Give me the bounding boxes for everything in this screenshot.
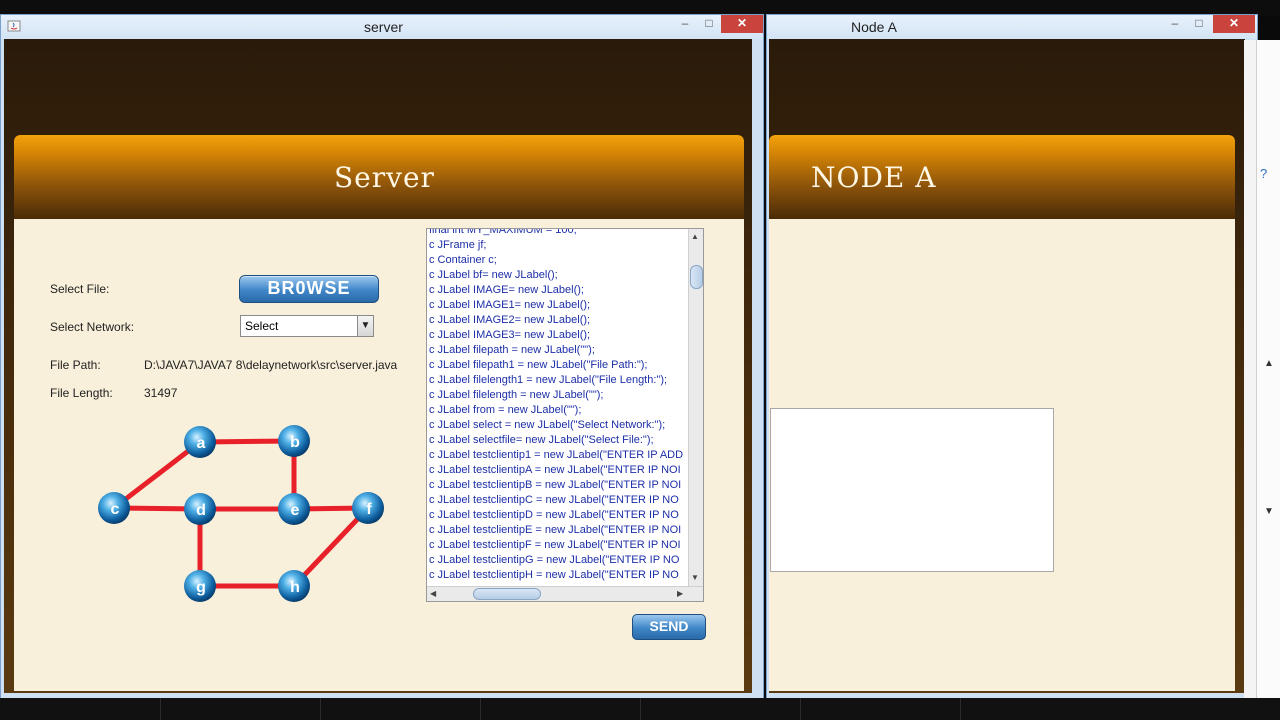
code-line: c JLabel testclientipC = new JLabel("ENT… xyxy=(429,494,679,506)
node-a-client-area: NODE A xyxy=(769,39,1245,693)
select-file-label: Select File: xyxy=(50,282,110,296)
code-line: c JLabel filepath = new JLabel(""); xyxy=(429,344,595,356)
code-line: c JLabel filepath1 = new JLabel("File Pa… xyxy=(429,359,648,371)
code-lines: final int MY_MAXIMUM = 100; c JFrame jf; c… xyxy=(429,228,691,583)
horizontal-scrollbar[interactable]: ◀ ▶ xyxy=(427,586,703,601)
code-line: c JLabel testclientipE = new JLabel("ENT… xyxy=(429,524,682,536)
code-line: c JLabel testclientipB = new JLabel("ENT… xyxy=(429,479,682,491)
node-g-label: g xyxy=(196,579,206,596)
code-line: c JLabel IMAGE1= new JLabel(); xyxy=(429,299,591,311)
code-line: c JLabel bf= new JLabel(); xyxy=(429,269,558,281)
code-line: c JLabel select = new JLabel("Select Net… xyxy=(429,419,666,431)
code-line: c JLabel IMAGE= new JLabel(); xyxy=(429,284,584,296)
node-d-label: d xyxy=(196,502,206,519)
node-e-label: e xyxy=(291,502,300,519)
server-banner: Server xyxy=(14,135,744,219)
scroll-right-icon[interactable]: ▶ xyxy=(677,589,683,598)
graph-nodes: a b c d e f g h xyxy=(98,425,384,602)
horizontal-scroll-thumb[interactable] xyxy=(473,588,541,600)
scroll-up-icon[interactable]: ▲ xyxy=(1264,358,1274,369)
minimize-icon[interactable]: – xyxy=(675,15,695,33)
scroll-down-icon[interactable]: ▼ xyxy=(1264,506,1274,517)
graph-edges xyxy=(111,438,371,589)
scroll-down-icon[interactable]: ▼ xyxy=(691,573,699,582)
code-line: c JLabel testclientipH = new JLabel("ENT… xyxy=(429,569,679,581)
node-h-label: h xyxy=(290,579,300,596)
close-icon[interactable]: ✕ xyxy=(1213,15,1255,33)
scroll-up-icon[interactable]: ▲ xyxy=(691,232,699,241)
browse-button[interactable]: BR0WSE xyxy=(239,275,379,303)
minimize-icon[interactable]: – xyxy=(1165,15,1185,33)
node-a-window-title: Node A xyxy=(851,19,897,35)
code-line: c JLabel testclientipF = new JLabel("ENT… xyxy=(429,539,681,551)
node-a-panel-title: NODE A xyxy=(811,161,937,194)
node-a-text-area[interactable] xyxy=(770,408,1054,572)
node-g[interactable]: g xyxy=(184,570,216,602)
code-line: c JLabel IMAGE3= new JLabel(); xyxy=(429,329,591,341)
code-line: c JLabel testclientipG = new JLabel("ENT… xyxy=(429,554,680,566)
network-select[interactable]: Select ▼ xyxy=(240,315,374,337)
code-line: c JLabel testclientipA = new JLabel("ENT… xyxy=(429,464,681,476)
send-button[interactable]: SEND xyxy=(632,614,706,640)
node-h[interactable]: h xyxy=(278,570,310,602)
code-line: c JLabel filelength1 = new JLabel("File … xyxy=(429,374,668,386)
code-line: c Container c; xyxy=(429,254,497,266)
node-d[interactable]: d xyxy=(184,493,216,525)
network-graph: a b c d e f g h xyxy=(98,425,384,602)
file-path-value: D:\JAVA7\JAVA7 8\delaynetwork\src\server… xyxy=(144,358,398,372)
code-line: c JLabel filelength = new JLabel(""); xyxy=(429,389,604,401)
help-icon[interactable]: ? xyxy=(1260,166,1267,181)
file-length-label: File Length: xyxy=(50,386,113,400)
node-b[interactable]: b xyxy=(278,425,310,457)
code-line: c JFrame jf; xyxy=(429,239,487,251)
node-c-label: c xyxy=(111,501,120,518)
node-a-banner: NODE A xyxy=(769,135,1235,219)
background-window-edge: ? ▲ ▼ xyxy=(1244,40,1280,700)
node-f[interactable]: f xyxy=(352,492,384,524)
code-line: c JLabel IMAGE2= new JLabel(); xyxy=(429,314,591,326)
edge-a-c xyxy=(111,439,203,511)
java-icon xyxy=(7,20,21,32)
taskbar xyxy=(0,698,1280,720)
background-window-strip xyxy=(1256,40,1280,700)
node-f-label: f xyxy=(366,501,372,518)
select-network-label: Select Network: xyxy=(50,320,135,334)
server-window-title: server xyxy=(364,19,403,35)
node-a-titlebar[interactable]: Node A – □ ✕ xyxy=(767,15,1257,39)
server-panel-title: Server xyxy=(334,161,435,194)
code-line: c JLabel testclientip1 = new JLabel("ENT… xyxy=(429,449,684,461)
vertical-scroll-thumb[interactable] xyxy=(690,265,703,289)
code-text-area[interactable]: final int MY_MAXIMUM = 100; c JFrame jf; c… xyxy=(426,228,704,602)
vertical-scrollbar[interactable]: ▲ ▼ xyxy=(688,229,703,587)
node-a-label: a xyxy=(197,435,206,452)
node-b-label: b xyxy=(290,434,300,451)
maximize-icon[interactable]: □ xyxy=(1189,15,1209,33)
code-line: c JLabel from = new JLabel(""); xyxy=(429,404,582,416)
node-c[interactable]: c xyxy=(98,492,130,524)
close-icon[interactable]: ✕ xyxy=(721,15,763,33)
node-e[interactable]: e xyxy=(278,493,310,525)
file-path-label: File Path: xyxy=(50,358,101,372)
network-select-value: Select xyxy=(245,319,279,333)
node-a-window: Node A – □ ✕ NODE A xyxy=(766,14,1258,700)
code-line: c JLabel testclientipD = new JLabel("ENT… xyxy=(429,509,679,521)
server-titlebar[interactable]: server – □ ✕ xyxy=(1,15,763,39)
scroll-left-icon[interactable]: ◀ xyxy=(430,589,436,598)
node-a[interactable]: a xyxy=(184,426,216,458)
file-length-value: 31497 xyxy=(144,386,178,400)
maximize-icon[interactable]: □ xyxy=(699,15,719,33)
code-line: c JLabel selectfile= new JLabel("Select … xyxy=(429,434,654,446)
dropdown-arrow-icon[interactable]: ▼ xyxy=(357,316,373,336)
code-line: final int MY_MAXIMUM = 100; xyxy=(429,228,577,236)
